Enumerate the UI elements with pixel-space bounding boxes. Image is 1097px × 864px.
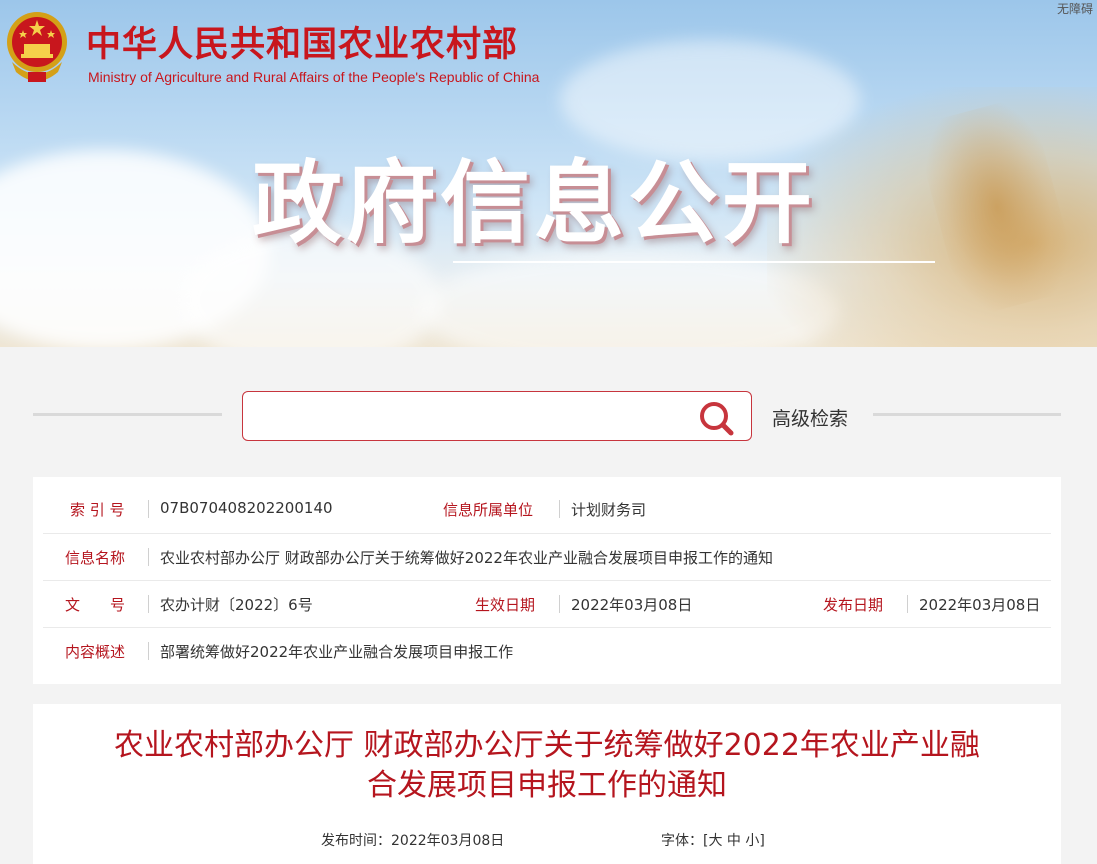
accessibility-link[interactable]: 无障碍 [1057, 0, 1093, 17]
meta-row-name: 信息名称 农业农村部办公厅 财政部办公厅关于统筹做好2022年农业产业融合发展项… [33, 534, 1061, 581]
divider [148, 500, 149, 518]
font-large-button[interactable]: 大 [708, 833, 722, 849]
meta-row-summary: 内容概述 部署统筹做好2022年农业产业融合发展项目申报工作 [33, 628, 1061, 675]
summary-value: 部署统筹做好2022年农业产业融合发展项目申报工作 [160, 643, 514, 661]
doc-number-label: 文 号 [65, 596, 126, 614]
divider [907, 595, 908, 613]
index-label: 索 引 号 [70, 501, 125, 519]
divider [148, 595, 149, 613]
article: 农业农村部办公厅 财政部办公厅关于统筹做好2022年农业产业融 合发展项目申报工… [33, 704, 1061, 864]
brand-title-cn[interactable]: 中华人民共和国农业农村部 [86, 16, 518, 67]
publish-date-label: 发布日期 [823, 596, 884, 614]
divider [559, 500, 560, 518]
index-value: 07B070408202200140 [160, 499, 333, 517]
effective-date-label: 生效日期 [475, 596, 536, 614]
name-label: 信息名称 [65, 549, 126, 567]
doc-number-value: 农办计财〔2022〕6号 [160, 596, 313, 614]
font-medium-button[interactable]: 中 [727, 833, 741, 849]
effective-date-value: 2022年03月08日 [571, 596, 693, 614]
brand-title-en: Ministry of Agriculture and Rural Affair… [88, 69, 540, 85]
meta-row-doc: 文 号 农办计财〔2022〕6号 生效日期 2022年03月08日 发布日期 2… [33, 581, 1061, 628]
font-size-control: 字体：[大 中 小] [661, 830, 765, 850]
article-title-line: 农业农村部办公厅 财政部办公厅关于统筹做好2022年农业产业融 [114, 728, 980, 763]
article-title: 农业农村部办公厅 财政部办公厅关于统筹做好2022年农业产业融 合发展项目申报工… [33, 726, 1061, 806]
summary-label: 内容概述 [65, 643, 126, 661]
banner-divider [453, 261, 935, 263]
advanced-search-link[interactable]: 高级检索 [772, 404, 848, 431]
search-box[interactable] [242, 391, 752, 441]
search-icon[interactable] [697, 399, 735, 437]
divider [148, 548, 149, 566]
search-input[interactable] [253, 400, 687, 434]
publish-info: 发布时间：2022年03月08日 [321, 830, 504, 850]
metadata-table: 索 引 号 07B070408202200140 信息所属单位 计划财务司 信息… [33, 477, 1061, 684]
name-value: 农业农村部办公厅 财政部办公厅关于统筹做好2022年农业产业融合发展项目申报工作… [160, 549, 773, 567]
publish-time-label: 发布时间： [321, 833, 391, 849]
national-emblem-icon[interactable] [4, 6, 70, 88]
article-title-line: 合发展项目申报工作的通知 [367, 768, 727, 803]
unit-value: 计划财务司 [571, 501, 647, 519]
divider [148, 642, 149, 660]
search-divider-left [33, 413, 222, 416]
divider [559, 595, 560, 613]
meta-row-index: 索 引 号 07B070408202200140 信息所属单位 计划财务司 [33, 487, 1061, 534]
banner-title: 政府信息公开 [252, 151, 816, 256]
banner: 中华人民共和国农业农村部 Ministry of Agriculture and… [0, 0, 1097, 347]
font-small-button[interactable]: 小 [745, 833, 759, 849]
unit-label: 信息所属单位 [443, 501, 534, 519]
publish-time-value: 2022年03月08日 [391, 833, 505, 849]
publish-date-value: 2022年03月08日 [919, 596, 1041, 614]
font-label: 字体： [661, 833, 703, 849]
bracket: ] [759, 833, 765, 849]
search-divider-right [873, 413, 1061, 416]
